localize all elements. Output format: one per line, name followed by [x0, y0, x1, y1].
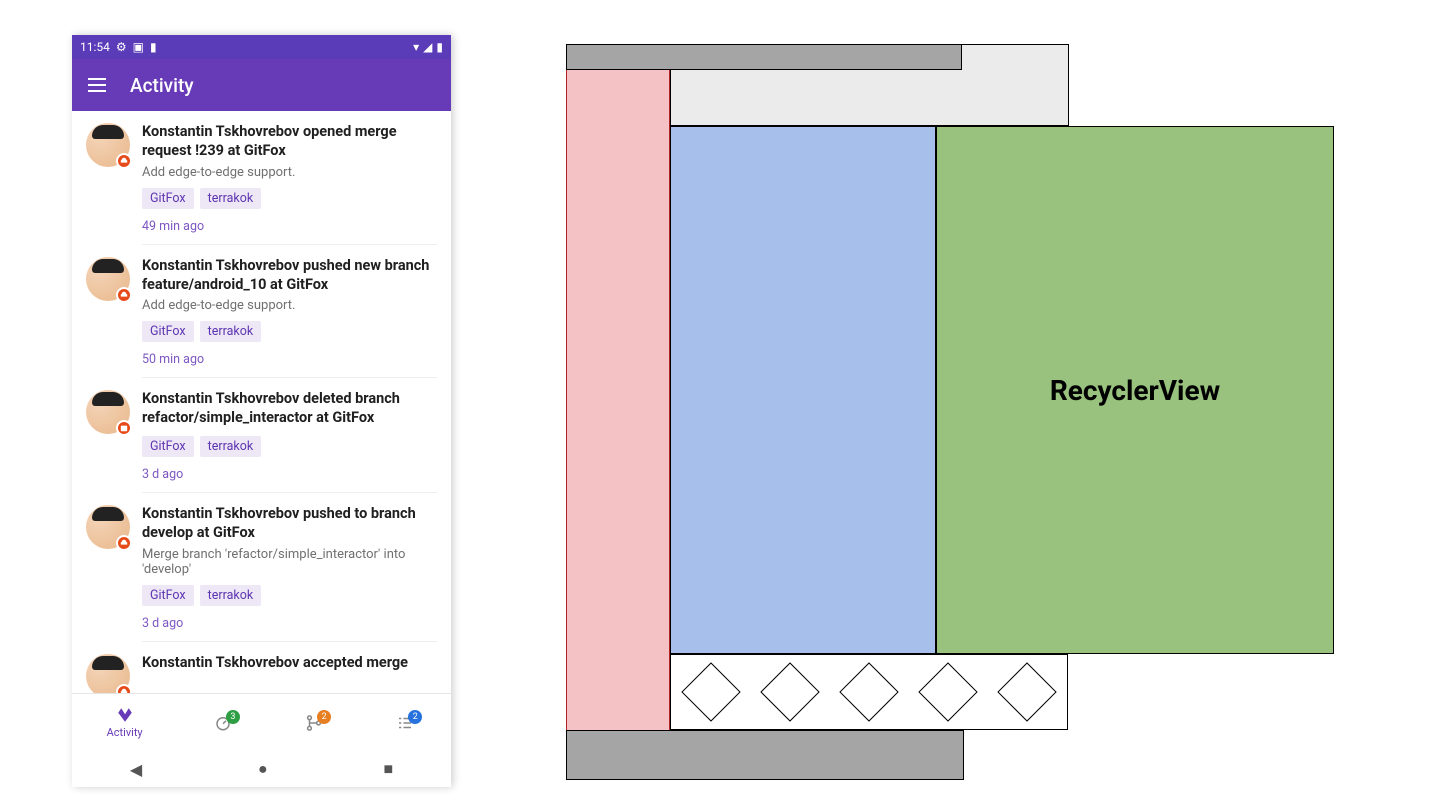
- chip[interactable]: GitFox: [142, 321, 194, 342]
- activity-timestamp: 50 min ago: [142, 352, 437, 367]
- activity-chips: GitFox terrakok: [142, 188, 437, 209]
- chip[interactable]: GitFox: [142, 585, 194, 606]
- activity-description: Merge branch 'refactor/simple_interactor…: [142, 547, 437, 577]
- activity-title: Konstantin Tskhovrebov accepted merge: [142, 654, 437, 673]
- android-statusbar: 11:54 ⚙ ▣ ▮ ▾ ◢ ▮: [72, 35, 451, 59]
- delete-icon: [116, 420, 132, 436]
- activity-item[interactable]: Konstantin Tskhovrebov opened merge requ…: [72, 111, 451, 245]
- cloud-icon: [116, 535, 132, 551]
- diagram-nav-placeholder: [839, 662, 898, 721]
- activity-item[interactable]: Konstantin Tskhovrebov pushed new branch…: [72, 245, 451, 379]
- chip[interactable]: terrakok: [200, 188, 262, 209]
- activity-description: Add edge-to-edge support.: [142, 298, 437, 313]
- layout-diagram: RecyclerView: [566, 44, 1334, 782]
- chip[interactable]: terrakok: [200, 585, 262, 606]
- diagram-recyclerview-label: RecyclerView: [1050, 374, 1220, 407]
- bottom-nav: Activity322: [72, 693, 451, 751]
- activity-chips: GitFox terrakok: [142, 436, 437, 457]
- nav-item-merge[interactable]: 2: [303, 714, 325, 732]
- activity-title: Konstantin Tskhovrebov pushed to branch …: [142, 505, 437, 543]
- appbar: Activity: [72, 59, 451, 111]
- activity-chips: GitFox terrakok: [142, 585, 437, 606]
- wifi-icon: ▾: [413, 40, 419, 54]
- activity-chips: GitFox terrakok: [142, 321, 437, 342]
- gear-icon: ⚙: [116, 40, 127, 54]
- activity-title: Konstantin Tskhovrebov opened merge requ…: [142, 123, 437, 161]
- diagram-statusbar-zone: [566, 44, 962, 70]
- activity-title: Konstantin Tskhovrebov deleted branch re…: [142, 390, 437, 428]
- nav-badge: 2: [408, 710, 422, 724]
- phone-mockup: 11:54 ⚙ ▣ ▮ ▾ ◢ ▮ Activity Konstantin Ts…: [72, 35, 451, 787]
- activity-item[interactable]: Konstantin Tskhovrebov pushed to branch …: [72, 493, 451, 642]
- nav-item-gitlab[interactable]: Activity: [107, 706, 143, 739]
- activity-timestamp: 3 d ago: [142, 616, 437, 631]
- activity-description: Add edge-to-edge support.: [142, 165, 437, 180]
- diagram-nav-placeholder: [998, 662, 1057, 721]
- activity-title: Konstantin Tskhovrebov pushed new branch…: [142, 257, 437, 295]
- avatar[interactable]: [86, 390, 130, 434]
- doc-icon: ▣: [133, 40, 144, 54]
- diagram-nav-placeholder: [760, 662, 819, 721]
- nav-label: Activity: [107, 726, 143, 739]
- chip[interactable]: GitFox: [142, 436, 194, 457]
- nav-item-todo[interactable]: 2: [394, 714, 416, 732]
- activity-timestamp: 49 min ago: [142, 219, 437, 234]
- nav-item-speed[interactable]: 3: [212, 714, 234, 732]
- home-key-icon[interactable]: ●: [258, 759, 268, 779]
- avatar[interactable]: [86, 505, 130, 549]
- android-system-keys: ◀ ● ■: [72, 751, 451, 787]
- diagram-syskeys-zone: [566, 730, 964, 780]
- diagram-bottomnav-zone: [670, 654, 1068, 730]
- avatar[interactable]: [86, 123, 130, 167]
- hamburger-icon[interactable]: [88, 78, 106, 92]
- avatar[interactable]: [86, 654, 130, 693]
- nav-badge: 3: [226, 710, 240, 724]
- gitlab-icon: [114, 706, 136, 724]
- appbar-title: Activity: [130, 74, 194, 97]
- chip[interactable]: terrakok: [200, 436, 262, 457]
- cloud-icon: [116, 684, 132, 693]
- cloud-icon: [116, 287, 132, 303]
- nav-badge: 2: [317, 710, 331, 724]
- avatar[interactable]: [86, 257, 130, 301]
- battery-icon: ▮: [436, 40, 443, 54]
- statusbar-time: 11:54: [80, 40, 110, 54]
- overview-key-icon[interactable]: ■: [383, 759, 393, 779]
- signal-icon: ◢: [423, 40, 432, 54]
- activity-feed[interactable]: Konstantin Tskhovrebov opened merge requ…: [72, 111, 451, 693]
- activity-item[interactable]: Konstantin Tskhovrebov accepted merge: [72, 642, 451, 693]
- chip[interactable]: GitFox: [142, 188, 194, 209]
- back-key-icon[interactable]: ◀: [130, 760, 142, 779]
- diagram-content-zone: [670, 126, 936, 654]
- activity-item[interactable]: Konstantin Tskhovrebov deleted branch re…: [72, 378, 451, 493]
- diagram-recyclerview-zone: RecyclerView: [936, 126, 1334, 654]
- cloud-icon: [116, 153, 132, 169]
- diagram-side-inset-zone: [566, 44, 670, 780]
- card-icon: ▮: [150, 40, 157, 54]
- diagram-nav-placeholder: [918, 662, 977, 721]
- diagram-nav-placeholder: [681, 662, 740, 721]
- chip[interactable]: terrakok: [200, 321, 262, 342]
- activity-timestamp: 3 d ago: [142, 467, 437, 482]
